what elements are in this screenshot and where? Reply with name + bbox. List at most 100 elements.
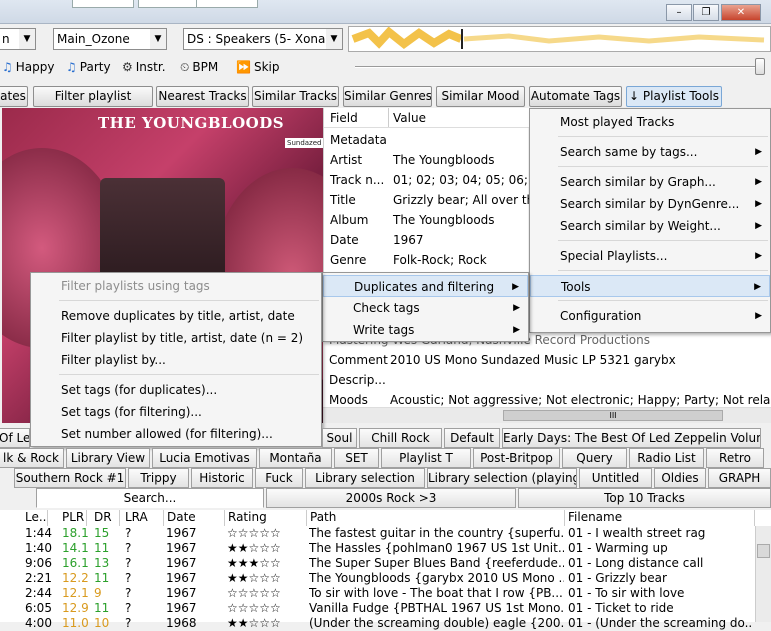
automate-tags-button[interactable]: Automate Tags <box>529 86 622 107</box>
happy-button[interactable]: ♫ Happy <box>2 60 54 74</box>
rating-stars[interactable]: ★★☆☆☆ <box>227 571 281 586</box>
rating-stars[interactable]: ★★★☆☆ <box>227 556 281 571</box>
tag-row[interactable]: Genre Folk-Rock; Rock <box>324 250 529 270</box>
value-column-header[interactable]: Value <box>393 108 426 127</box>
tab-playlist[interactable]: Query <box>562 448 627 468</box>
menu-item-tools[interactable]: Tools ▶ <box>530 275 770 297</box>
rating-stars[interactable]: ☆☆☆☆☆ <box>227 586 281 601</box>
tab-playlist[interactable]: Library selection (playing) <box>427 468 577 488</box>
tag-row[interactable]: Date 1967 <box>324 230 529 250</box>
tab-playlist[interactable]: Chill Rock <box>359 428 442 448</box>
close-button[interactable]: ✕ <box>721 4 761 21</box>
column-header-dr[interactable]: DR <box>87 510 120 526</box>
filter-playlist-button[interactable]: Filter playlist <box>33 86 153 107</box>
column-header-date[interactable]: Date <box>164 510 225 526</box>
menu-item-set-tags-filtering[interactable]: Set tags (for filtering)... <box>31 401 321 423</box>
menu-item-search-same-tags[interactable]: Search same by tags... ▶ <box>530 141 770 163</box>
restore-button[interactable]: ❐ <box>693 4 719 21</box>
column-header-length[interactable]: Le... <box>0 510 48 526</box>
rating-stars[interactable]: ☆☆☆☆☆ <box>227 601 281 616</box>
tab-playlist[interactable]: Soul <box>322 428 357 448</box>
track-row[interactable]: 2:44 12.1 9? 1967 ☆☆☆☆☆ To sir with love - Th… <box>0 586 755 601</box>
dedupe-button[interactable]: ates <box>0 86 28 107</box>
menu-item-set-tags-duplicates[interactable]: Set tags (for duplicates)... <box>31 379 321 401</box>
output-combo[interactable]: n ▼ <box>0 28 36 50</box>
rating-stars[interactable]: ★★☆☆☆ <box>227 541 281 556</box>
tag-horizontal-scrollbar[interactable]: III <box>323 407 771 423</box>
tab-playlist[interactable]: Top 10 Tracks <box>518 488 771 508</box>
top-tab-stub[interactable] <box>72 0 134 8</box>
field-column-header[interactable]: Field <box>330 108 358 127</box>
bpm-button[interactable]: ⏲ BPM <box>180 60 218 75</box>
tag-row[interactable]: Metadata <box>324 130 529 150</box>
track-row[interactable]: 9:06 16.1 13? 1967 ★★★☆☆ The Super Super Blue… <box>0 556 755 571</box>
menu-item-write-tags[interactable]: Write tags ▶ <box>323 319 528 341</box>
menu-item-filter-by[interactable]: Filter playlist by... <box>31 349 321 371</box>
column-header-lra[interactable]: LRA <box>120 510 164 526</box>
tab-playlist[interactable]: Historic <box>191 468 253 488</box>
tag-row[interactable]: Artist The Youngbloods <box>324 150 529 170</box>
similar-genres-button[interactable]: Similar Genres <box>343 86 432 107</box>
playlist-tools-button[interactable]: ↓ Playlist Tools <box>626 86 722 107</box>
track-list-scrollbar[interactable] <box>755 526 771 622</box>
menu-item-search-dyngenre[interactable]: Search similar by DynGenre... ▶ <box>530 193 770 215</box>
track-row[interactable]: 1:40 14.1 11? 1967 ★★☆☆☆ The Hassles {pohlman… <box>0 541 755 556</box>
minimize-button[interactable]: – <box>666 4 692 21</box>
volume-slider-thumb[interactable] <box>755 58 765 75</box>
track-row[interactable]: 2:21 12.2 11? 1967 ★★☆☆☆ The Youngbloods {gar… <box>0 571 755 586</box>
nearest-tracks-button[interactable]: Nearest Tracks <box>156 86 249 107</box>
scrollbar-thumb[interactable] <box>757 544 770 558</box>
tab-playlist[interactable]: Untitled <box>579 468 652 488</box>
column-header-rating[interactable]: Rating <box>225 510 307 526</box>
tab-playlist[interactable]: Library View <box>66 448 150 468</box>
tag-row[interactable]: Album The Youngbloods <box>324 210 529 230</box>
track-row[interactable]: 1:44 18.1 15? 1967 ☆☆☆☆☆ The fastest guitar i… <box>0 526 755 541</box>
rating-stars[interactable]: ☆☆☆☆☆ <box>227 526 281 541</box>
track-row[interactable]: 6:05 12.9 11? 1967 ☆☆☆☆☆ Vanilla Fudge {PBTHA… <box>0 601 755 616</box>
top-tab-stub[interactable] <box>196 0 258 8</box>
tab-playlist[interactable]: Of Led <box>0 428 30 448</box>
tab-playlist[interactable]: SET <box>334 448 379 468</box>
tab-playlist[interactable]: Montaña <box>259 448 332 468</box>
similar-tracks-button[interactable]: Similar Tracks <box>252 86 339 107</box>
tab-playlist[interactable]: Library selection <box>305 468 425 488</box>
menu-item-special-playlists[interactable]: Special Playlists... ▶ <box>530 245 770 267</box>
tab-playlist[interactable]: Retro <box>706 448 764 468</box>
party-button[interactable]: ♫ Party <box>66 60 111 74</box>
output-device-combo[interactable]: DS : Speakers (5- Xonar U ▼ <box>183 28 343 50</box>
menu-item-configuration[interactable]: Configuration ▶ <box>530 305 770 327</box>
dsp-preset-combo[interactable]: Main_Ozone ▼ <box>53 28 167 50</box>
scrollbar-thumb[interactable]: III <box>503 410 723 421</box>
tag-row[interactable]: Title Grizzly bear; All over th <box>324 190 529 210</box>
menu-item-most-played[interactable]: Most played Tracks <box>530 111 770 133</box>
top-tab-stub[interactable] <box>138 0 200 8</box>
tab-playlist[interactable]: Default <box>444 428 500 448</box>
column-header-path[interactable]: Path <box>307 510 565 526</box>
tab-playlist[interactable]: Lucia Emotivas <box>152 448 257 468</box>
instrumental-button[interactable]: ⚙ Instr. <box>122 60 166 74</box>
tab-playlist[interactable]: Trippy <box>128 468 189 488</box>
tab-playlist[interactable]: Fuck <box>255 468 303 488</box>
rating-stars[interactable]: ★★☆☆☆ <box>227 616 281 631</box>
tab-playlist[interactable]: Southern Rock #1 <box>14 468 126 488</box>
volume-slider-track[interactable] <box>355 66 765 68</box>
tag-row[interactable]: Track n... 01; 02; 03; 04; 05; 06; <box>324 170 529 190</box>
column-header-plr[interactable]: PLR <box>48 510 87 526</box>
skip-button[interactable]: ⏩ Skip <box>236 60 279 74</box>
menu-item-check-tags[interactable]: Check tags ▶ <box>323 297 528 319</box>
tab-playlist[interactable]: Early Days: The Best Of Led Zeppelin Vol… <box>502 428 761 448</box>
tab-playlist[interactable]: Post-Britpop <box>473 448 560 468</box>
menu-item-duplicates-filtering[interactable]: Duplicates and filtering ▶ <box>323 275 528 297</box>
tab-playlist[interactable]: Playlist T <box>381 448 471 468</box>
menu-item-remove-duplicates[interactable]: Remove duplicates by title, artist, date <box>31 305 321 327</box>
waveform-seekbar[interactable] <box>348 26 771 52</box>
column-header-filename[interactable]: Filename <box>565 510 755 526</box>
tab-search[interactable]: Search... <box>36 488 264 508</box>
menu-item-filter-n2[interactable]: Filter playlist by title, artist, date (… <box>31 327 321 349</box>
tab-playlist[interactable]: lk & Rock <box>0 448 64 468</box>
tab-playlist[interactable]: Oldies <box>654 468 706 488</box>
tab-playlist[interactable]: GRAPH <box>708 468 771 488</box>
similar-mood-button[interactable]: Similar Mood <box>436 86 525 107</box>
menu-item-search-graph[interactable]: Search similar by Graph... ▶ <box>530 171 770 193</box>
track-row[interactable]: 4:00 11.0 10? 1968 ★★☆☆☆ (Under the screaming… <box>0 616 755 631</box>
